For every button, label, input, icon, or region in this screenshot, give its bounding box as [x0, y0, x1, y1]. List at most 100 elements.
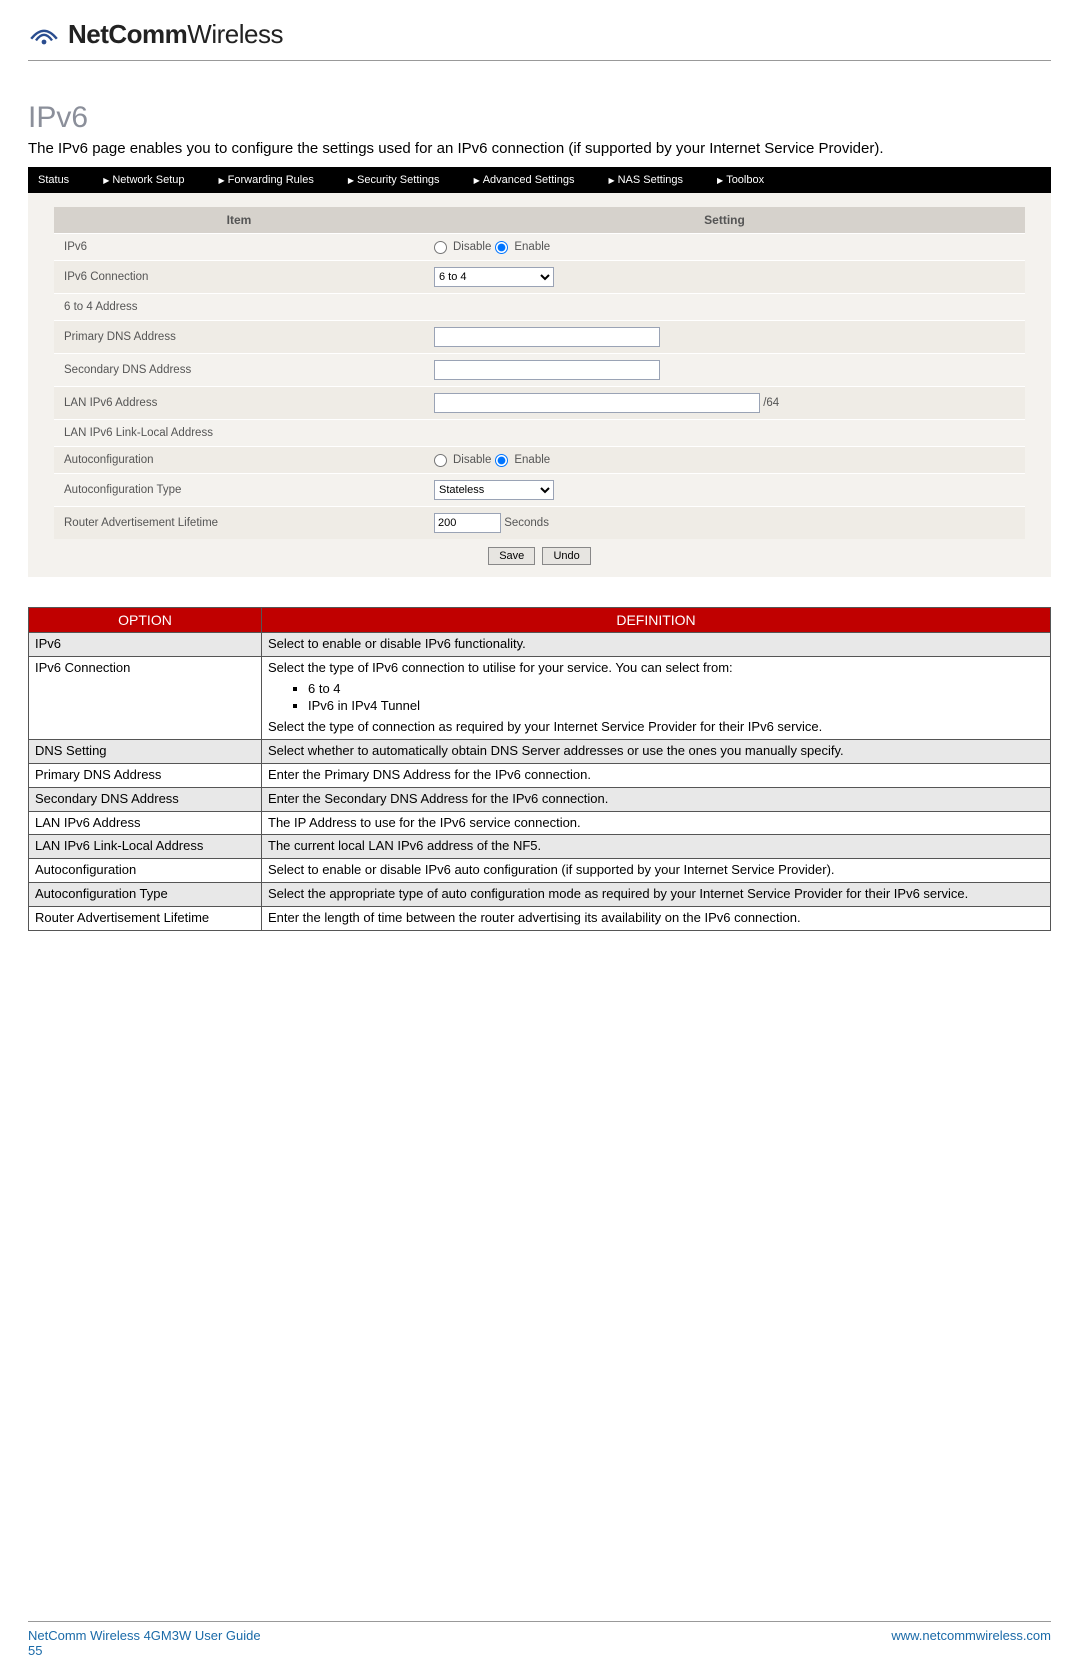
autoconfig-type-select[interactable]: Stateless: [434, 480, 554, 500]
nav-label: Security Settings: [357, 174, 440, 186]
def-bullet-list: 6 to 4IPv6 in IPv4 Tunnel: [268, 681, 1044, 715]
def-text: Select the type of IPv6 connection to ut…: [268, 660, 1044, 677]
def-definition-cell: Select the appropriate type of auto conf…: [262, 883, 1051, 907]
table-row: DNS SettingSelect whether to automatical…: [29, 739, 1051, 763]
nav-label: Forwarding Rules: [228, 174, 314, 186]
def-option-cell: Autoconfiguration Type: [29, 883, 262, 907]
table-row: LAN IPv6 Link-Local AddressThe current l…: [29, 835, 1051, 859]
settings-area: Item Setting IPv6 Disable Enable IPv6 Co…: [28, 193, 1051, 577]
label-autoconfig: Autoconfiguration: [54, 448, 424, 472]
label-ipv6-connection: IPv6 Connection: [54, 265, 424, 289]
caret-icon: ▶: [348, 176, 354, 185]
row-secondary-dns: Secondary DNS Address: [54, 353, 1025, 386]
nav-label: Advanced Settings: [483, 174, 575, 186]
def-header-definition: DEFINITION: [262, 608, 1051, 633]
definition-table: OPTION DEFINITION IPv6Select to enable o…: [28, 607, 1051, 931]
brand-text-bold: NetComm: [68, 19, 187, 49]
table-row: Primary DNS AddressEnter the Primary DNS…: [29, 763, 1051, 787]
autoconfig-disable-label: Disable: [453, 454, 491, 466]
nav-item-advanced-settings[interactable]: ▶Advanced Settings: [474, 174, 575, 186]
router-admin-panel: Status▶Network Setup▶Forwarding Rules▶Se…: [28, 167, 1051, 577]
ipv6-enable-label: Enable: [514, 241, 550, 253]
ipv6-disable-radio[interactable]: [434, 241, 447, 254]
page-footer: NetComm Wireless 4GM3W User Guide www.ne…: [28, 1621, 1051, 1658]
wifi-logo-icon: [28, 18, 60, 50]
caret-icon: ▶: [103, 176, 109, 185]
def-definition-cell: Select to enable or disable IPv6 functio…: [262, 633, 1051, 657]
page-title: IPv6: [28, 101, 1051, 135]
undo-button[interactable]: Undo: [542, 547, 590, 565]
label-autoconfig-type: Autoconfiguration Type: [54, 478, 424, 502]
table-row: IPv6Select to enable or disable IPv6 fun…: [29, 633, 1051, 657]
def-option-cell: LAN IPv6 Link-Local Address: [29, 835, 262, 859]
row-6to4-address: 6 to 4 Address: [54, 293, 1025, 320]
primary-dns-input[interactable]: [434, 327, 660, 347]
def-definition-cell: Select whether to automatically obtain D…: [262, 739, 1051, 763]
def-definition-cell: The IP Address to use for the IPv6 servi…: [262, 811, 1051, 835]
header-rule: [28, 60, 1051, 61]
table-row: Autoconfiguration TypeSelect the appropr…: [29, 883, 1051, 907]
settings-header-row: Item Setting: [54, 207, 1025, 233]
def-option-cell: IPv6 Connection: [29, 657, 262, 740]
nav-item-network-setup[interactable]: ▶Network Setup: [103, 174, 184, 186]
navbar: Status▶Network Setup▶Forwarding Rules▶Se…: [28, 167, 1051, 193]
nav-label: Toolbox: [726, 174, 764, 186]
list-item: 6 to 4: [308, 681, 1044, 698]
lan-ipv6-input[interactable]: [434, 393, 760, 413]
autoconfig-enable-radio[interactable]: [495, 454, 508, 467]
settings-header-setting: Setting: [424, 207, 1025, 233]
label-primary-dns: Primary DNS Address: [54, 325, 424, 349]
def-option-cell: Secondary DNS Address: [29, 787, 262, 811]
def-definition-cell: Enter the Secondary DNS Address for the …: [262, 787, 1051, 811]
def-definition-cell: Select the type of IPv6 connection to ut…: [262, 657, 1051, 740]
def-definition-cell: Enter the length of time between the rou…: [262, 907, 1051, 931]
footer-left: NetComm Wireless 4GM3W User Guide: [28, 1628, 261, 1643]
save-button[interactable]: Save: [488, 547, 535, 565]
nav-item-toolbox[interactable]: ▶Toolbox: [717, 174, 764, 186]
row-ra-lifetime: Router Advertisement Lifetime Seconds: [54, 506, 1025, 539]
nav-item-nas-settings[interactable]: ▶ NAS Settings: [608, 174, 683, 186]
def-definition-cell: Select to enable or disable IPv6 auto co…: [262, 859, 1051, 883]
def-header-option: OPTION: [29, 608, 262, 633]
settings-header-item: Item: [54, 207, 424, 233]
autoconfig-enable-label: Enable: [514, 454, 550, 466]
caret-icon: ▶: [608, 176, 614, 185]
row-lan-ipv6: LAN IPv6 Address /64: [54, 386, 1025, 419]
row-autoconfig-type: Autoconfiguration Type Stateless: [54, 473, 1025, 506]
nav-label: NAS Settings: [618, 174, 683, 186]
def-option-cell: LAN IPv6 Address: [29, 811, 262, 835]
label-lan-ipv6-link-local: LAN IPv6 Link-Local Address: [54, 421, 424, 445]
nav-label: Status: [38, 174, 69, 186]
ra-lifetime-unit: Seconds: [504, 517, 549, 529]
def-definition-cell: Enter the Primary DNS Address for the IP…: [262, 763, 1051, 787]
row-ipv6-connection: IPv6 Connection 6 to 4: [54, 260, 1025, 293]
nav-item-status[interactable]: Status: [38, 174, 69, 186]
caret-icon: ▶: [474, 176, 480, 185]
ra-lifetime-input[interactable]: [434, 513, 501, 533]
footer-right: www.netcommwireless.com: [891, 1628, 1051, 1643]
ipv6-enable-radio[interactable]: [495, 241, 508, 254]
ipv6-connection-select[interactable]: 6 to 4: [434, 267, 554, 287]
label-6to4-address: 6 to 4 Address: [54, 295, 424, 319]
def-option-cell: IPv6: [29, 633, 262, 657]
value-6to4-address: [424, 301, 1025, 313]
row-primary-dns: Primary DNS Address: [54, 320, 1025, 353]
nav-label: Network Setup: [112, 174, 184, 186]
nav-item-security-settings[interactable]: ▶Security Settings: [348, 174, 440, 186]
brand-logo: NetCommWireless: [28, 18, 1051, 50]
table-row: LAN IPv6 AddressThe IP Address to use fo…: [29, 811, 1051, 835]
autoconfig-disable-radio[interactable]: [434, 454, 447, 467]
button-row: Save Undo: [54, 539, 1025, 567]
label-ipv6: IPv6: [54, 235, 424, 259]
def-option-cell: Autoconfiguration: [29, 859, 262, 883]
def-option-cell: DNS Setting: [29, 739, 262, 763]
row-lan-ipv6-link-local: LAN IPv6 Link-Local Address: [54, 419, 1025, 446]
brand-text: NetCommWireless: [68, 19, 283, 50]
row-ipv6: IPv6 Disable Enable: [54, 233, 1025, 260]
table-row: IPv6 Connection Select the type of IPv6 c…: [29, 657, 1051, 740]
table-row: AutoconfigurationSelect to enable or dis…: [29, 859, 1051, 883]
row-autoconfig: Autoconfiguration Disable Enable: [54, 446, 1025, 473]
caret-icon: ▶: [717, 176, 723, 185]
secondary-dns-input[interactable]: [434, 360, 660, 380]
nav-item-forwarding-rules[interactable]: ▶Forwarding Rules: [219, 174, 314, 186]
